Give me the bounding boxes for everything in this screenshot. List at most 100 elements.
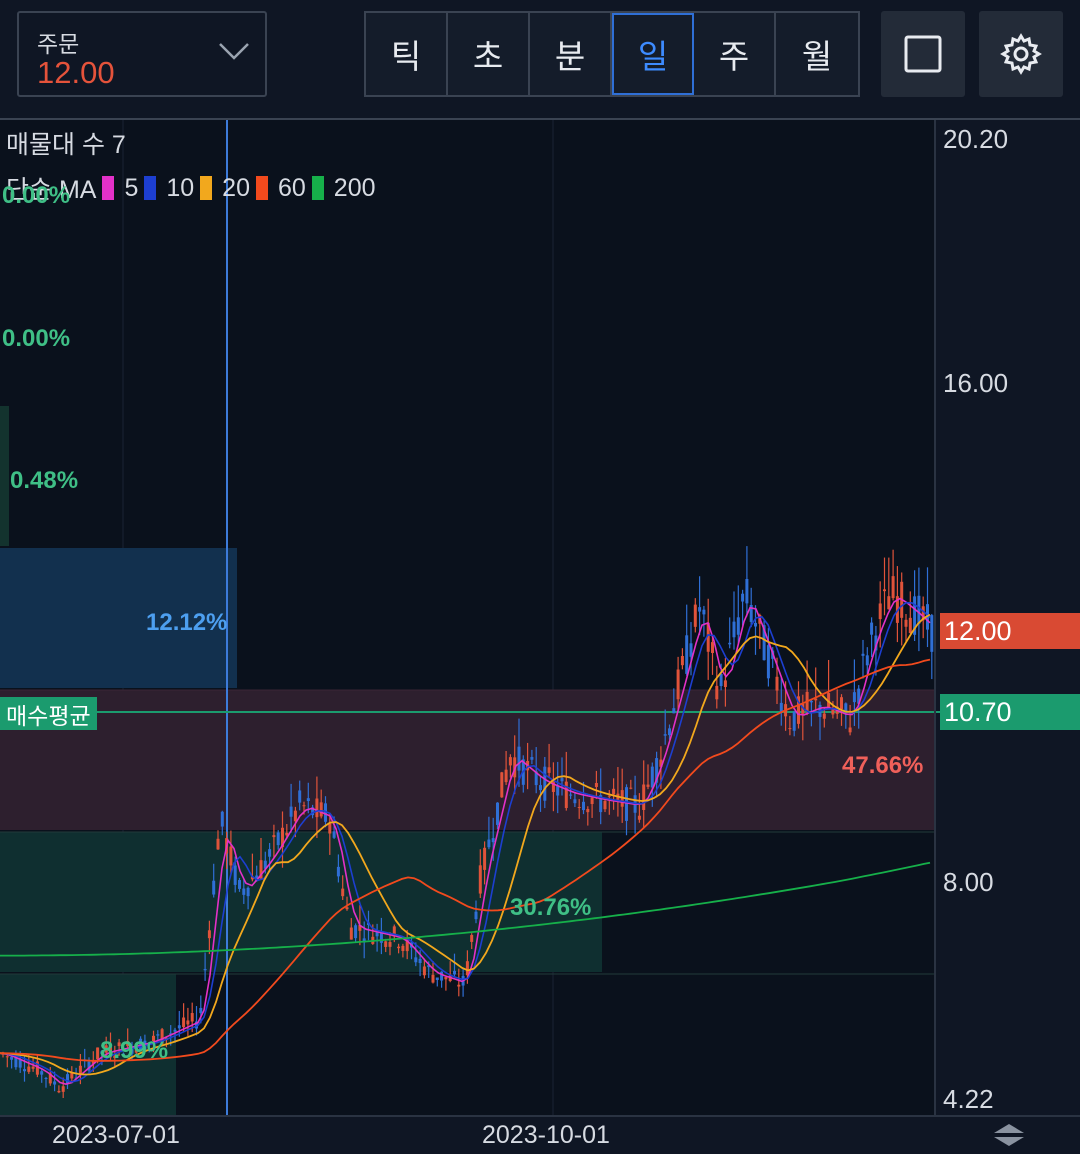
top-toolbar: 주문 12.00 틱 초 분 일 주 월 — [0, 0, 1080, 120]
candle-body — [840, 697, 843, 709]
candle-body — [491, 838, 495, 843]
candle-body — [66, 1074, 69, 1084]
candle-body — [573, 799, 577, 804]
ma200-swatch — [311, 176, 324, 200]
candle-body — [384, 941, 388, 947]
period-tabs: 틱 초 분 일 주 월 — [364, 11, 860, 97]
tab-day[interactable]: 일 — [612, 13, 694, 95]
candle-body — [319, 802, 323, 817]
candle-body — [878, 603, 882, 620]
tab-month[interactable]: 월 — [776, 13, 858, 95]
candle-body — [478, 865, 482, 894]
candle-body — [341, 888, 345, 897]
tab-minute[interactable]: 분 — [530, 13, 612, 95]
candle-body — [809, 700, 813, 703]
candle-body — [728, 642, 732, 645]
candle-body — [203, 968, 207, 971]
candle-body — [637, 815, 641, 820]
candle-body — [646, 784, 650, 787]
candle-body — [685, 635, 689, 674]
candle-body — [870, 622, 874, 635]
candle-body — [401, 945, 405, 951]
tab-second[interactable]: 초 — [448, 13, 530, 95]
tab-week[interactable]: 주 — [694, 13, 776, 95]
candle-body — [182, 1017, 186, 1028]
price-tick: 8.00 — [943, 867, 994, 897]
candle-body — [904, 619, 908, 627]
candle-body — [5, 1056, 9, 1058]
candle-body — [328, 823, 332, 834]
candle-body — [332, 831, 336, 838]
candle-body — [702, 609, 706, 615]
candle-body — [272, 835, 276, 838]
candle-body — [500, 772, 504, 798]
candle-body — [930, 615, 934, 652]
candle-body — [354, 925, 358, 939]
candle-body — [822, 713, 826, 719]
candle-body — [766, 645, 770, 679]
layout-button[interactable] — [881, 11, 965, 97]
ma20-label: 20 — [222, 173, 250, 202]
candle-body — [177, 1025, 181, 1029]
candle-body — [216, 838, 220, 850]
candle-body — [668, 728, 671, 736]
ma200-label: 200 — [333, 173, 376, 202]
profile-pct: 12.12% — [146, 609, 228, 636]
candle-body — [698, 607, 702, 612]
price-chart[interactable] — [0, 120, 1080, 1154]
candle-body — [453, 970, 456, 975]
candle-body — [754, 622, 757, 627]
candle-body — [186, 1020, 190, 1025]
order-value: 12.00 — [37, 55, 115, 90]
candle-body — [625, 787, 628, 821]
candle-body — [474, 911, 478, 920]
candle-body — [14, 1057, 18, 1068]
candle-body — [908, 617, 912, 633]
settings-button[interactable] — [979, 11, 1063, 97]
candle-body — [741, 593, 745, 602]
price-tick: 20.20 — [943, 124, 1009, 154]
candle-body — [590, 797, 594, 805]
candle-body — [422, 966, 426, 976]
candle-body — [603, 801, 607, 810]
candle-body — [61, 1086, 65, 1092]
candle-body — [40, 1071, 44, 1075]
candle-body — [487, 839, 491, 848]
tab-tick[interactable]: 틱 — [366, 13, 448, 95]
candle-body — [199, 1007, 203, 1014]
candle-body — [883, 589, 886, 592]
candle-body — [27, 1066, 31, 1072]
candle-body — [504, 769, 508, 783]
candle-body — [556, 786, 560, 796]
candle-body — [238, 880, 241, 889]
candle-body — [10, 1056, 14, 1060]
avg-price-tag: 10.70 — [940, 694, 1080, 730]
candle-body — [57, 1090, 61, 1093]
candle-body — [465, 961, 469, 976]
ma5-swatch — [102, 176, 115, 200]
candle-body — [788, 728, 792, 730]
candle-body — [233, 865, 237, 885]
candle-body — [676, 669, 680, 700]
candle-body — [569, 794, 573, 796]
candle-body — [723, 680, 727, 688]
candle-body — [293, 810, 297, 822]
candle-body — [315, 798, 319, 818]
candle-body — [530, 757, 534, 760]
candle-body — [680, 656, 684, 666]
avg-price-label: 매수평균 — [0, 697, 97, 730]
order-selector[interactable]: 주문 12.00 — [17, 11, 267, 97]
candle-body — [470, 935, 474, 942]
candle-body — [607, 795, 611, 797]
candle-body — [865, 655, 869, 666]
candle-body — [207, 930, 211, 939]
scale-arrows-icon[interactable] — [992, 1123, 1026, 1147]
ma10-label: 10 — [166, 173, 195, 202]
candle-body — [577, 806, 581, 808]
candle-body — [435, 977, 439, 980]
candle-body — [517, 746, 521, 771]
profile-pct: 30.76% — [510, 894, 592, 921]
candle-body — [594, 783, 598, 787]
candle-body — [650, 766, 654, 788]
candle-body — [457, 984, 461, 987]
